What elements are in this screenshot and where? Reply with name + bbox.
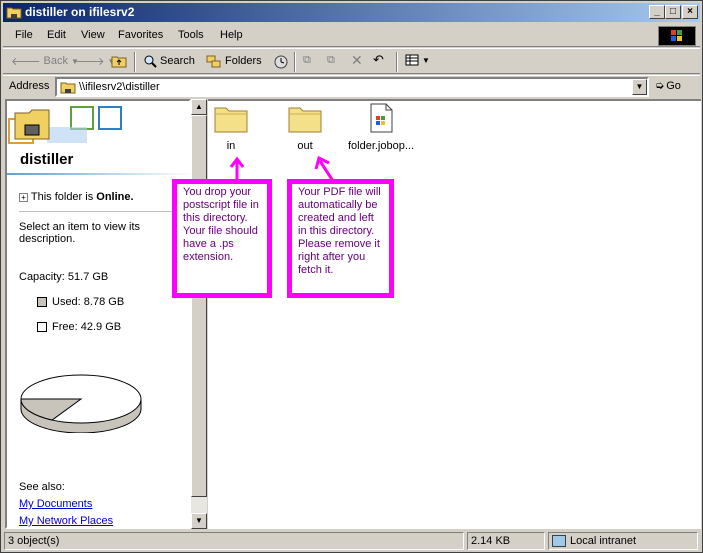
free-space: Free: 42.9 GB — [37, 321, 121, 333]
search-icon — [144, 55, 157, 68]
up-folder-icon — [111, 56, 127, 68]
forward-button[interactable]: 🡒 ▼ — [75, 54, 115, 68]
online-status-value: Online. — [96, 191, 134, 203]
history-icon — [274, 55, 288, 69]
back-arrow-icon: 🡐 — [11, 56, 41, 68]
see-also-label: See also: — [19, 481, 65, 493]
maximize-button[interactable]: □ — [665, 5, 681, 19]
back-label: Back — [43, 55, 68, 67]
search-button[interactable]: Search — [143, 54, 195, 68]
network-folder-icon — [60, 82, 76, 94]
object-count: 3 object(s) — [4, 532, 464, 550]
arrow-to-in-icon — [229, 156, 245, 179]
address-bar: Address \\ifilesrv2\distiller ▼ ➭ Go — [3, 75, 700, 98]
scroll-down-button[interactable]: ▼ — [191, 513, 207, 529]
address-field[interactable]: \\ifilesrv2\distiller ▼ — [55, 77, 649, 97]
used-swatch-icon — [37, 297, 47, 308]
scroll-thumb[interactable] — [191, 115, 207, 497]
address-dropdown-button[interactable]: ▼ — [632, 79, 647, 95]
go-arrow-icon: ➭ — [655, 80, 665, 92]
security-zone: Local intranet — [548, 532, 698, 550]
status-bar: 3 object(s) 2.14 KB Local intranet — [3, 531, 700, 551]
title-bar[interactable]: distiller on ifilesrv2 _ □ × — [3, 3, 700, 22]
undo-button[interactable]: ↶ — [373, 52, 384, 68]
back-button[interactable]: 🡐 Back ▼ — [11, 54, 79, 68]
menu-tools[interactable]: Tools — [178, 29, 204, 41]
folders-icon — [206, 55, 221, 68]
menu-favorites[interactable]: Favorites — [118, 29, 163, 41]
views-icon — [405, 54, 419, 66]
used-label: Used: 8.78 GB — [52, 296, 125, 308]
used-space: Used: 8.78 GB — [37, 296, 124, 308]
chevron-down-icon: ▼ — [422, 55, 430, 65]
free-swatch-icon — [37, 322, 47, 333]
minimize-button[interactable]: _ — [649, 5, 665, 19]
window-title: distiller on ifilesrv2 — [25, 5, 135, 19]
expand-plus-icon[interactable]: + — [19, 192, 28, 202]
address-value: \\ifilesrv2\distiller — [79, 81, 160, 93]
copy-to-icon: ⧉ — [327, 54, 335, 66]
windows-logo-icon — [658, 26, 696, 46]
standard-toolbar: 🡐 Back ▼ 🡒 ▼ Search Folders ⧉ ⧉ ✕ ↶ ▼ — [3, 48, 700, 74]
file-list-pane: in out folder.jobop... You drop your pos… — [172, 99, 701, 529]
online-label: This folder is — [30, 191, 97, 203]
my-documents-link[interactable]: My Documents — [19, 498, 92, 510]
my-network-places-link[interactable]: My Network Places — [19, 515, 113, 527]
zone-label: Local intranet — [570, 535, 637, 547]
forward-arrow-icon: 🡒 — [75, 56, 105, 68]
close-button[interactable]: × — [682, 5, 698, 19]
select-item-prompt: Select an item to view its description. — [19, 221, 141, 245]
selection-size: 2.14 KB — [467, 532, 545, 550]
address-label: Address — [9, 80, 50, 92]
search-label: Search — [160, 55, 195, 67]
menu-view[interactable]: View — [81, 29, 105, 41]
history-button[interactable] — [273, 54, 289, 70]
folder-banner-icon — [8, 106, 122, 144]
move-to-button[interactable]: ⧉ — [303, 54, 311, 67]
delete-button[interactable]: ✕ — [351, 52, 363, 69]
capacity-text: Capacity: 51.7 GB — [19, 271, 109, 283]
go-label: Go — [666, 79, 681, 92]
up-folder-button[interactable] — [111, 54, 127, 68]
views-button[interactable]: ▼ — [405, 54, 430, 66]
folders-label: Folders — [225, 55, 262, 67]
intranet-zone-icon — [552, 535, 566, 548]
explorer-window: distiller on ifilesrv2 _ □ × File Edit V… — [0, 0, 703, 553]
annotation-arrows — [229, 155, 335, 182]
menu-edit[interactable]: Edit — [47, 29, 66, 41]
copy-to-button[interactable]: ⧉ — [327, 54, 335, 67]
go-button[interactable]: ➭ Go — [655, 79, 681, 93]
arrow-to-out-icon — [314, 155, 335, 182]
menu-file[interactable]: File — [15, 29, 33, 41]
disk-usage-pie-chart — [20, 374, 142, 433]
delete-x-icon: ✕ — [351, 52, 363, 68]
undo-icon: ↶ — [373, 52, 384, 67]
out-folder-note: Your PDF file will automatically be crea… — [287, 179, 394, 298]
in-folder-note: You drop your postscript file in this di… — [172, 179, 272, 298]
menu-help[interactable]: Help — [220, 29, 243, 41]
folder-title: distiller — [20, 151, 74, 168]
title-underline — [7, 173, 189, 175]
left-pane-scrollbar[interactable]: ▲ ▼ — [191, 99, 207, 529]
folders-button[interactable]: Folders — [206, 54, 262, 68]
web-view-pane: distiller + This folder is Online. Selec… — [5, 99, 191, 529]
move-to-icon: ⧉ — [303, 54, 311, 66]
free-label: Free: 42.9 GB — [52, 321, 122, 333]
offline-status: + This folder is Online. — [19, 191, 189, 203]
menu-bar: File Edit View Favorites Tools Help — [3, 25, 700, 47]
network-folder-icon — [6, 7, 22, 19]
